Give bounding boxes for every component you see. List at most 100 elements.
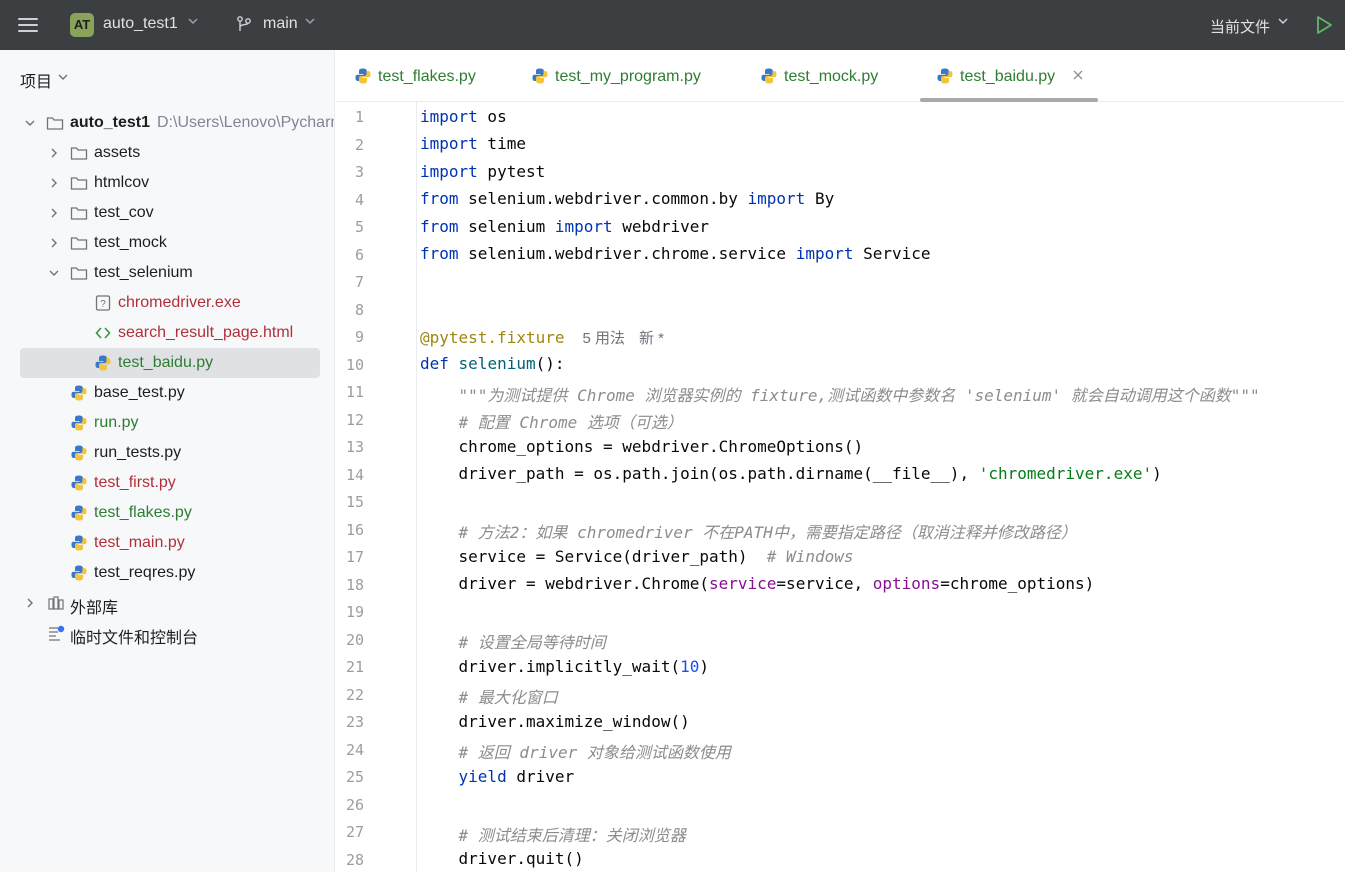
code-line: from selenium import webdriver [420, 217, 709, 236]
line-number[interactable]: 17 [336, 548, 364, 566]
tree-item-test-cov[interactable]: test_cov [0, 198, 334, 228]
panel-title[interactable]: 项目 [20, 68, 52, 92]
chevron-right-icon[interactable] [47, 176, 61, 190]
tree-item-external-libraries[interactable]: 外部库 [0, 588, 334, 618]
chevron-right-icon[interactable] [47, 146, 61, 160]
line-number[interactable]: 27 [336, 823, 364, 841]
code-line: import os [420, 107, 507, 126]
line-number[interactable]: 8 [336, 301, 364, 319]
line-number[interactable]: 22 [336, 686, 364, 704]
project-switcher[interactable]: auto_test1 [103, 15, 178, 33]
tree-item-htmlcov[interactable]: htmlcov [0, 168, 334, 198]
tree-item-scratches[interactable]: 临时文件和控制台 [0, 618, 334, 648]
tree-root-auto-test1[interactable]: auto_test1 D:\Users\Lenovo\Pycharm [0, 108, 335, 138]
project-badge[interactable]: AT [70, 13, 94, 37]
git-branch-icon[interactable] [235, 15, 253, 33]
chevron-down-icon[interactable] [186, 14, 200, 28]
line-number[interactable]: 28 [336, 851, 364, 869]
tab-test-mock[interactable]: test_mock.py [760, 50, 910, 102]
tree-item-label: htmlcov [94, 174, 150, 191]
tree-root-path: D:\Users\Lenovo\Pycharm [157, 114, 335, 131]
tree-item-label: test_selenium [94, 264, 193, 281]
unknown-file-icon: ? [95, 295, 111, 311]
tree-item-run-tests[interactable]: run_tests.py [0, 438, 334, 468]
line-number-gutter: 1 2 3 4 5 6 7 8 9 10 11 12 13 14 15 16 17 18 19 20 21 22 23 24 2… [336, 102, 416, 872]
tree-item-chromedriver[interactable]: ? chromedriver.exe [0, 288, 334, 318]
line-number[interactable]: 2 [336, 136, 364, 154]
folder-icon [70, 147, 88, 160]
tree-item-test-flakes[interactable]: test_flakes.py [0, 498, 334, 528]
line-number[interactable]: 16 [336, 521, 364, 539]
line-number[interactable]: 5 [336, 218, 364, 236]
code-area[interactable]: import os import time import pytest from… [420, 102, 1345, 872]
tree-item-test-reqres[interactable]: test_reqres.py [0, 558, 334, 588]
line-number[interactable]: 20 [336, 631, 364, 649]
tree-item-base-test[interactable]: base_test.py [0, 378, 334, 408]
run-configuration-selector[interactable]: 当前文件 [1210, 16, 1270, 37]
python-file-icon [71, 385, 87, 401]
python-file-icon [761, 68, 777, 84]
line-number[interactable]: 13 [336, 438, 364, 456]
library-icon [48, 596, 64, 610]
chevron-down-icon[interactable] [57, 71, 69, 83]
tree-item-label: test_flakes.py [94, 504, 192, 521]
line-number[interactable]: 15 [336, 493, 364, 511]
tree-item-assets[interactable]: assets [0, 138, 334, 168]
line-number[interactable]: 24 [336, 741, 364, 759]
line-number[interactable]: 14 [336, 466, 364, 484]
tree-item-label: search_result_page.html [118, 324, 294, 341]
line-number[interactable]: 25 [336, 768, 364, 786]
run-icon[interactable] [1314, 14, 1334, 36]
line-number[interactable]: 9 [336, 328, 364, 346]
line-number[interactable]: 3 [336, 163, 364, 181]
chevron-down-icon[interactable] [23, 116, 37, 130]
tab-label: test_baidu.py [960, 68, 1056, 85]
main-menu-icon[interactable] [18, 14, 38, 36]
python-file-icon [71, 505, 87, 521]
tree-item-search-result-page[interactable]: search_result_page.html [0, 318, 334, 348]
tree-item-test-baidu[interactable]: test_baidu.py [0, 348, 334, 378]
chevron-right-icon[interactable] [23, 596, 37, 610]
tab-test-flakes[interactable]: test_flakes.py [354, 50, 504, 102]
tree-item-test-selenium[interactable]: test_selenium [0, 258, 334, 288]
chevron-right-icon[interactable] [47, 206, 61, 220]
tree-item-test-first[interactable]: test_first.py [0, 468, 334, 498]
tree-item-label: test_cov [94, 204, 154, 221]
line-number[interactable]: 18 [336, 576, 364, 594]
chevron-down-icon[interactable] [303, 14, 317, 28]
tab-test-baidu[interactable]: test_baidu.py [920, 50, 1098, 102]
line-number[interactable]: 4 [336, 191, 364, 209]
line-number[interactable]: 19 [336, 603, 364, 621]
line-number[interactable]: 7 [336, 273, 364, 291]
tab-label: test_mock.py [784, 68, 879, 85]
line-number[interactable]: 11 [336, 383, 364, 401]
tree-item-label: 临时文件和控制台 [70, 630, 199, 647]
chevron-down-icon[interactable] [1276, 14, 1290, 28]
folder-icon [70, 177, 88, 190]
close-icon[interactable] [1072, 69, 1084, 81]
branch-switcher[interactable]: main [263, 15, 298, 33]
line-number[interactable]: 26 [336, 796, 364, 814]
tree-item-test-mock[interactable]: test_mock [0, 228, 334, 258]
line-number[interactable]: 12 [336, 411, 364, 429]
line-number[interactable]: 23 [336, 713, 364, 731]
title-bar: AT auto_test1 main 当前文件 [0, 0, 1345, 50]
tree-item-test-main[interactable]: test_main.py [0, 528, 334, 558]
usages-hint[interactable]: 5 用法 [583, 330, 626, 347]
code-line: import pytest [420, 162, 546, 181]
tree-item-run[interactable]: run.py [0, 408, 334, 438]
tab-test-my-program[interactable]: test_my_program.py [531, 50, 731, 102]
code-editor[interactable]: test_flakes.py test_my_program.py test_m… [336, 50, 1345, 872]
code-line: # 设置全局等待时间 [420, 633, 606, 652]
chevron-down-icon[interactable] [47, 266, 61, 280]
code-line: driver = webdriver.Chrome(service=servic… [420, 574, 1095, 593]
code-line: from selenium.webdriver.common.by import… [420, 189, 835, 208]
code-line: driver_path = os.path.join(os.path.dirna… [420, 464, 1162, 483]
line-number[interactable]: 21 [336, 658, 364, 676]
line-number[interactable]: 1 [336, 108, 364, 126]
line-number[interactable]: 6 [336, 246, 364, 264]
line-number[interactable]: 10 [336, 356, 364, 374]
tree-item-label: base_test.py [94, 384, 185, 401]
chevron-right-icon[interactable] [47, 236, 61, 250]
python-file-icon [532, 68, 548, 84]
